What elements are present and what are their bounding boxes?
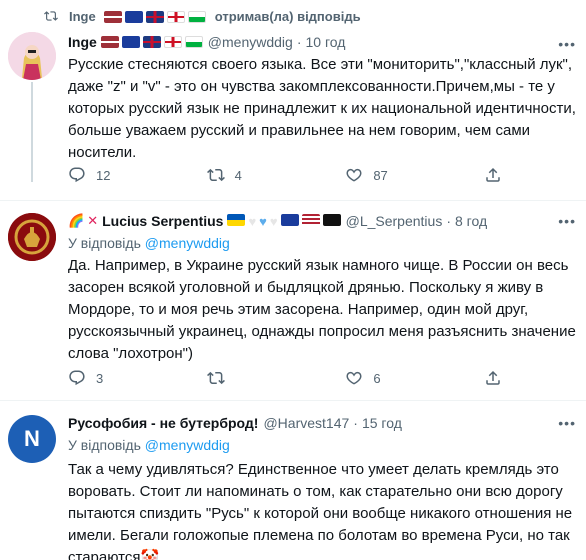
like-count: 6 <box>373 370 381 386</box>
display-name[interactable]: Lucius Serpentius <box>102 213 223 229</box>
like-count: 87 <box>373 167 388 183</box>
reply-prefix: У відповідь <box>68 437 141 453</box>
timestamp[interactable]: 15 год <box>362 415 402 431</box>
retweet-icon <box>44 11 58 21</box>
share-icon <box>486 167 500 182</box>
more-icon[interactable]: ••• <box>558 36 576 52</box>
thread-connector <box>31 82 33 182</box>
timestamp[interactable]: 8 год <box>455 213 487 229</box>
reply-context: У відповідь @menywddig <box>68 235 230 251</box>
eu-flag-icon <box>121 36 140 48</box>
handle[interactable]: @Harvest147 <box>263 415 349 431</box>
display-name[interactable]: Inge <box>68 34 97 50</box>
avatar-illustration <box>8 32 56 80</box>
retweet-icon <box>206 168 225 182</box>
tweet-text: Так а чему удивляться? Единственное что … <box>68 461 573 560</box>
tweet-header: Inge @menywddig · 10 год <box>68 34 345 50</box>
uk-flag-icon <box>142 36 161 48</box>
avatar[interactable] <box>8 213 56 261</box>
replied-context-action: отримав(ла) відповідь <box>214 9 361 24</box>
latvia-flag-icon <box>100 36 119 48</box>
tweet-harvest[interactable]: N Русофобия - не бутерброд! @Harvest147 … <box>0 400 586 560</box>
tweet-text: Русские стесняются своего языка. Все эти… <box>68 56 576 161</box>
timestamp[interactable]: 10 год <box>305 34 345 50</box>
retweet-count: 4 <box>234 167 242 183</box>
avatar[interactable]: N <box>8 415 56 463</box>
cross-mark-icon: ✕ <box>87 213 99 228</box>
tweet-actions: 12 4 87 <box>68 166 508 184</box>
like-icon <box>346 371 362 385</box>
us-flag-icon <box>301 213 320 226</box>
reply-count: 3 <box>96 370 104 386</box>
avatar[interactable] <box>8 32 56 80</box>
pirate-flag-icon <box>322 213 341 226</box>
tweet-inge[interactable]: Inge @menywddig · 10 год ••• Русские сте… <box>0 28 586 194</box>
separator-dot: · <box>446 213 451 229</box>
reply-button[interactable]: 3 <box>68 369 158 387</box>
tweet-text: Да. Например, в Украине русский язык нам… <box>68 257 576 362</box>
reply-icon <box>69 370 85 386</box>
england-flag-icon <box>163 36 182 48</box>
wales-flag-icon <box>184 36 203 48</box>
handle[interactable]: @L_Serpentius <box>346 213 443 229</box>
eu-flag-icon <box>124 10 143 23</box>
replied-context-user[interactable]: Inge <box>69 9 96 24</box>
avatar-letter: N <box>24 426 40 451</box>
separator-dot: · <box>296 34 302 50</box>
retweet-button[interactable] <box>206 369 297 387</box>
display-name[interactable]: Русофобия - не бутерброд! <box>68 415 258 431</box>
retweet-button[interactable]: 4 <box>206 166 297 184</box>
like-icon <box>346 168 362 182</box>
like-button[interactable]: 6 <box>345 369 435 387</box>
reply-button[interactable]: 12 <box>68 166 158 184</box>
ukraine-flag-icon <box>227 213 246 226</box>
tweet-header: 🌈 ✕ Lucius Serpentius ♥ ♥ ♥ @L_Serpentiu… <box>68 213 487 229</box>
more-icon[interactable]: ••• <box>558 213 576 229</box>
reply-mention[interactable]: @menywddig <box>145 235 230 251</box>
separator-dot: · <box>353 415 358 431</box>
retweet-icon <box>206 371 225 385</box>
share-icon <box>486 370 500 385</box>
more-icon[interactable]: ••• <box>558 415 576 431</box>
rainbow-icon: 🌈 <box>68 213 85 228</box>
wales-flag-icon <box>187 10 206 23</box>
replied-context-bar: Inge отримав(ла) відповідь <box>0 0 586 30</box>
share-button[interactable] <box>484 369 508 387</box>
tweet-header: Русофобия - не бутерброд! @Harvest147 · … <box>68 415 402 431</box>
reply-count: 12 <box>96 167 111 183</box>
reply-mention[interactable]: @menywddig <box>145 437 230 453</box>
uk-flag-icon <box>145 10 164 23</box>
reply-icon <box>69 167 85 183</box>
eu-flag-icon <box>280 213 299 226</box>
blue-heart-icon: ♥ <box>259 213 267 229</box>
latvia-flag-icon <box>103 10 122 23</box>
tweet-actions: 3 6 <box>68 369 508 387</box>
white-heart-icon: ♥ <box>269 213 278 229</box>
white-heart-icon: ♥ <box>248 213 257 229</box>
england-flag-icon <box>166 10 185 23</box>
handle[interactable]: @menywddig <box>208 34 293 50</box>
like-button[interactable]: 87 <box>345 166 435 184</box>
tweet-lucius[interactable]: 🌈 ✕ Lucius Serpentius ♥ ♥ ♥ @L_Serpentiu… <box>0 200 586 396</box>
share-button[interactable] <box>484 166 508 184</box>
avatar-emblem <box>8 213 56 261</box>
reply-prefix: У відповідь <box>68 235 141 251</box>
reply-context: У відповідь @menywddig <box>68 437 230 453</box>
